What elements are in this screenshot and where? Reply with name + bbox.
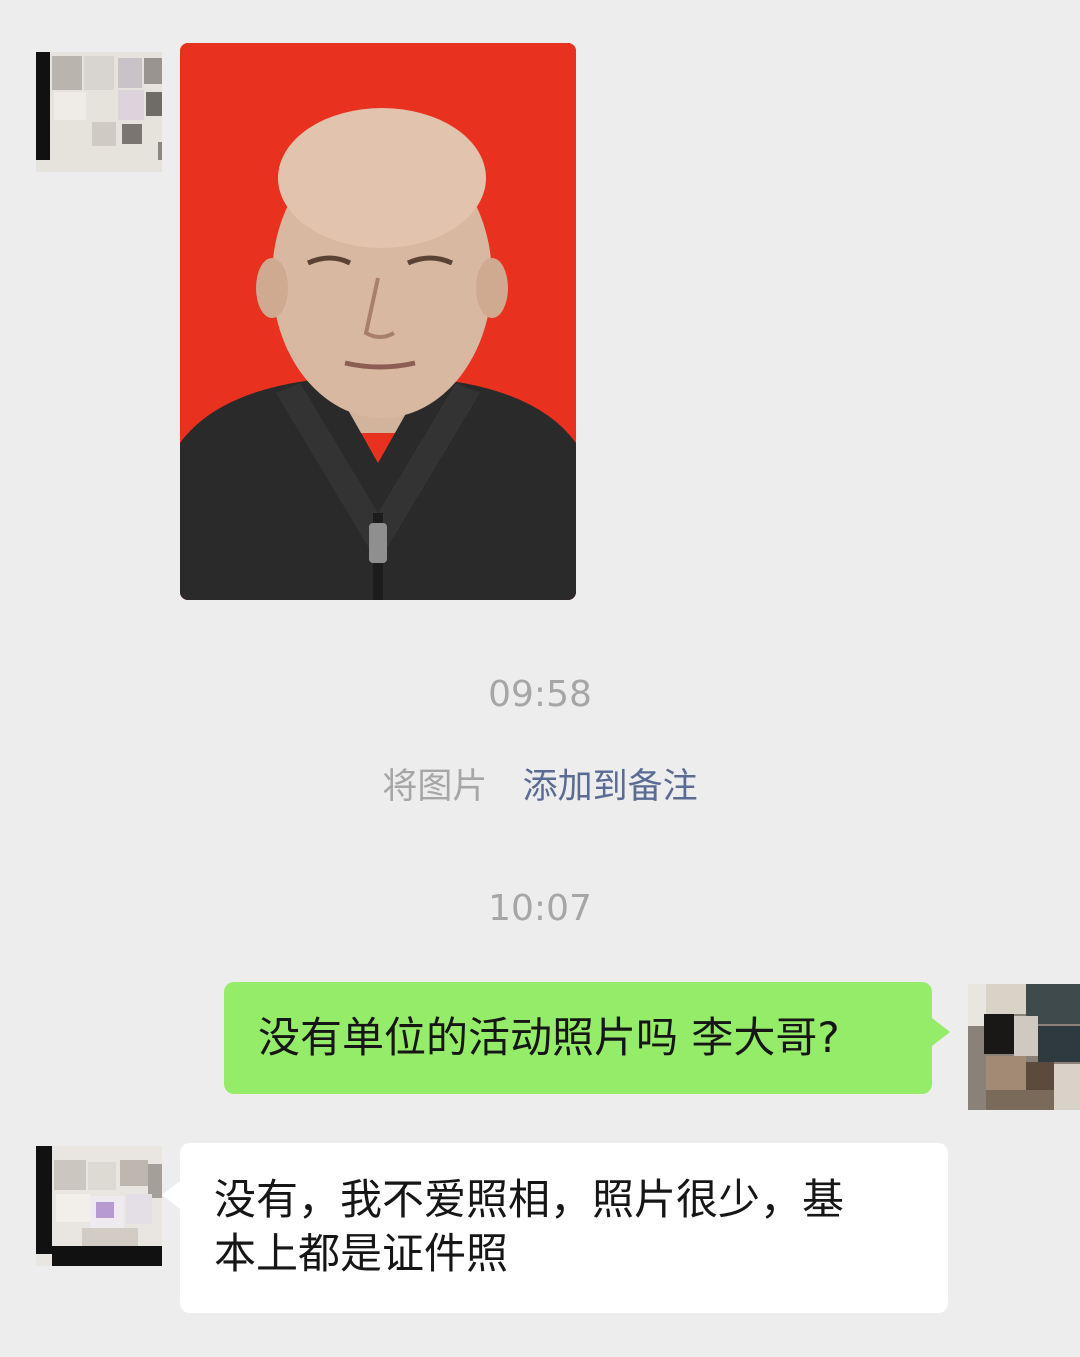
contact-avatar[interactable] xyxy=(36,52,162,172)
hint-text: 将图片 xyxy=(382,767,488,807)
timestamp: 10:07 xyxy=(488,888,592,929)
bubble-tail xyxy=(162,1181,180,1209)
photo-message[interactable] xyxy=(180,43,576,600)
incoming-message-text: 没有，我不爱照相，照片很少，基 本上都是证件照 xyxy=(214,1175,845,1278)
outgoing-message-text: 没有单位的活动照片吗 李大哥? xyxy=(258,1013,840,1062)
bubble-tail xyxy=(932,1018,950,1046)
system-hint: 将图片 添加到备注 xyxy=(0,758,1080,809)
my-avatar[interactable] xyxy=(968,984,1080,1110)
incoming-message-bubble[interactable]: 没有，我不爱照相，照片很少，基 本上都是证件照 xyxy=(162,1143,948,1313)
contact-avatar[interactable] xyxy=(36,1146,162,1266)
timestamp: 09:58 xyxy=(488,674,592,715)
outgoing-message-bubble[interactable]: 没有单位的活动照片吗 李大哥? xyxy=(224,982,950,1094)
portrait-image xyxy=(180,43,576,600)
add-to-remark-link[interactable]: 添加到备注 xyxy=(523,767,698,807)
